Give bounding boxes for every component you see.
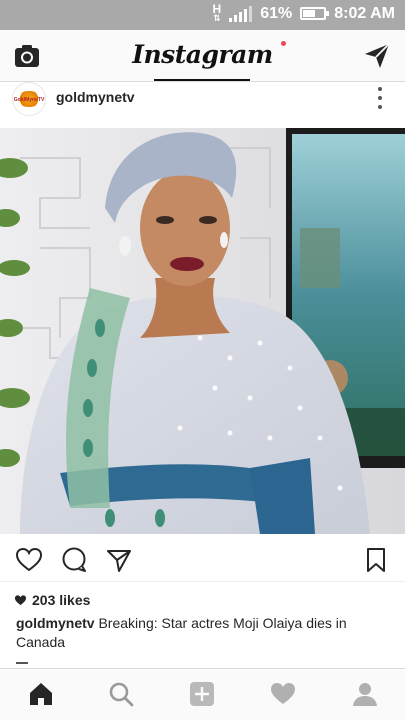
bookmark-icon[interactable] — [362, 546, 390, 574]
activity-notification-dot — [281, 41, 286, 46]
avatar[interactable]: GoldMyneTV — [12, 82, 46, 116]
app-title: Instagram — [132, 40, 273, 69]
share-icon[interactable] — [105, 546, 133, 574]
post-actions — [0, 536, 405, 582]
profile-icon[interactable] — [352, 681, 378, 707]
app-title-underline — [154, 79, 250, 81]
activity-heart-icon[interactable] — [270, 681, 296, 707]
clock: 8:02 AM — [334, 4, 395, 22]
post-caption: goldmynetv Breaking: Star actres Moji Ol… — [16, 614, 391, 652]
bottom-navigation — [0, 668, 405, 720]
post-image[interactable] — [0, 128, 405, 534]
caption-username[interactable]: goldmynetv — [16, 615, 95, 631]
heart-icon[interactable] — [15, 546, 43, 574]
battery-percent: 61% — [260, 4, 293, 22]
search-icon[interactable] — [108, 681, 134, 707]
battery-icon — [300, 7, 330, 20]
signal-strength-icon — [229, 5, 253, 22]
app-header: Instagram — [0, 30, 405, 82]
status-bar-right: H ⇅ 61% 8:02 AM — [212, 2, 395, 23]
post-header: GoldMyneTV goldmynetv — [0, 82, 405, 128]
status-bar: H ⇅ 61% 8:02 AM — [0, 0, 405, 30]
likes-count[interactable]: 203 likes — [14, 592, 90, 608]
small-heart-icon — [14, 595, 27, 606]
post-username[interactable]: goldmynetv — [56, 89, 135, 105]
post-photo-illustration — [0, 128, 405, 534]
likes-label: 203 likes — [32, 592, 91, 608]
more-vertical-icon[interactable] — [377, 87, 383, 109]
network-type-indicator: H ⇅ — [212, 2, 222, 23]
direct-send-icon[interactable] — [363, 42, 391, 70]
comment-icon[interactable] — [60, 546, 88, 574]
home-icon[interactable] — [28, 681, 54, 707]
comments-divider — [16, 662, 28, 664]
avatar-logo-text: GoldMyneTV — [13, 97, 45, 103]
add-post-icon[interactable] — [189, 681, 215, 707]
